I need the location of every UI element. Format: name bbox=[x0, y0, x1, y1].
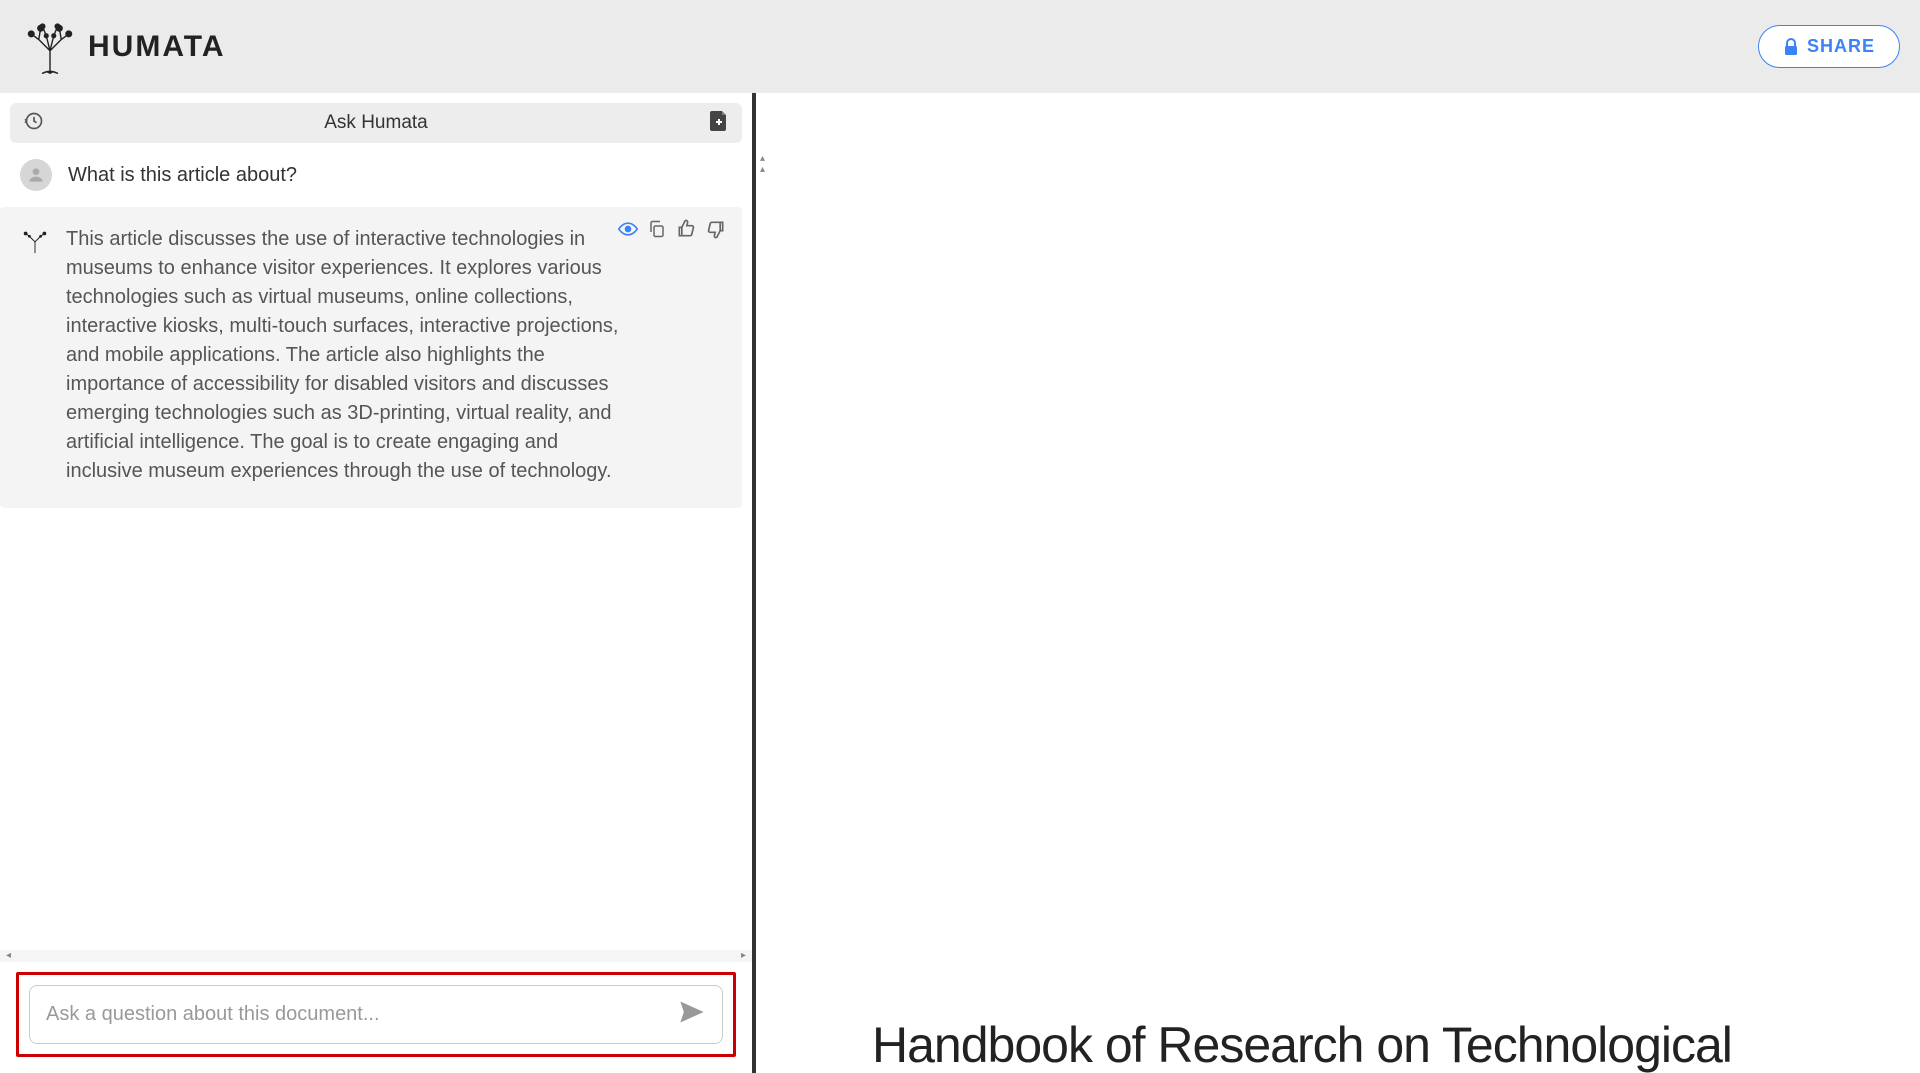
user-message-text: What is this article about? bbox=[68, 164, 297, 187]
share-label: SHARE bbox=[1807, 36, 1875, 57]
document-title: Handbook of Research on Technological bbox=[872, 1018, 1732, 1073]
lock-icon bbox=[1783, 38, 1799, 56]
chat-header: Ask Humata bbox=[10, 103, 742, 143]
horizontal-scroll: ◂▸ bbox=[0, 950, 752, 962]
tree-logo-icon bbox=[20, 17, 80, 77]
chat-messages: What is this article about? This article… bbox=[0, 143, 752, 950]
logo: HUMATA bbox=[20, 17, 226, 77]
app-header: HUMATA SHARE bbox=[0, 0, 1920, 93]
ai-avatar-icon bbox=[20, 225, 50, 255]
send-button[interactable] bbox=[678, 998, 706, 1031]
eye-icon[interactable] bbox=[618, 219, 638, 239]
chat-panel: Ask Humata ▴▴ What is this article about… bbox=[0, 93, 752, 1073]
copy-icon[interactable] bbox=[648, 219, 666, 239]
user-message: What is this article about? bbox=[0, 143, 752, 207]
ai-message: This article discusses the use of intera… bbox=[0, 207, 742, 508]
ai-message-actions bbox=[618, 219, 726, 239]
question-input-highlight bbox=[16, 972, 736, 1057]
question-input[interactable] bbox=[46, 1003, 678, 1026]
document-viewer: ▴▴ All content following this page was u… bbox=[756, 93, 1920, 1073]
question-input-container bbox=[29, 985, 723, 1044]
history-icon[interactable] bbox=[24, 111, 44, 136]
ai-message-text: This article discusses the use of intera… bbox=[66, 225, 722, 486]
add-document-icon[interactable] bbox=[710, 111, 728, 136]
chat-title: Ask Humata bbox=[324, 112, 427, 134]
doc-scroll-arrows: ▴▴ bbox=[760, 153, 770, 175]
logo-text: HUMATA bbox=[88, 30, 226, 64]
user-avatar-icon bbox=[20, 159, 52, 191]
share-button[interactable]: SHARE bbox=[1758, 25, 1900, 68]
send-icon bbox=[678, 998, 706, 1026]
thumbs-down-icon[interactable] bbox=[706, 219, 726, 239]
thumbs-up-icon[interactable] bbox=[676, 219, 696, 239]
main-content: Ask Humata ▴▴ What is this article about… bbox=[0, 93, 1920, 1073]
